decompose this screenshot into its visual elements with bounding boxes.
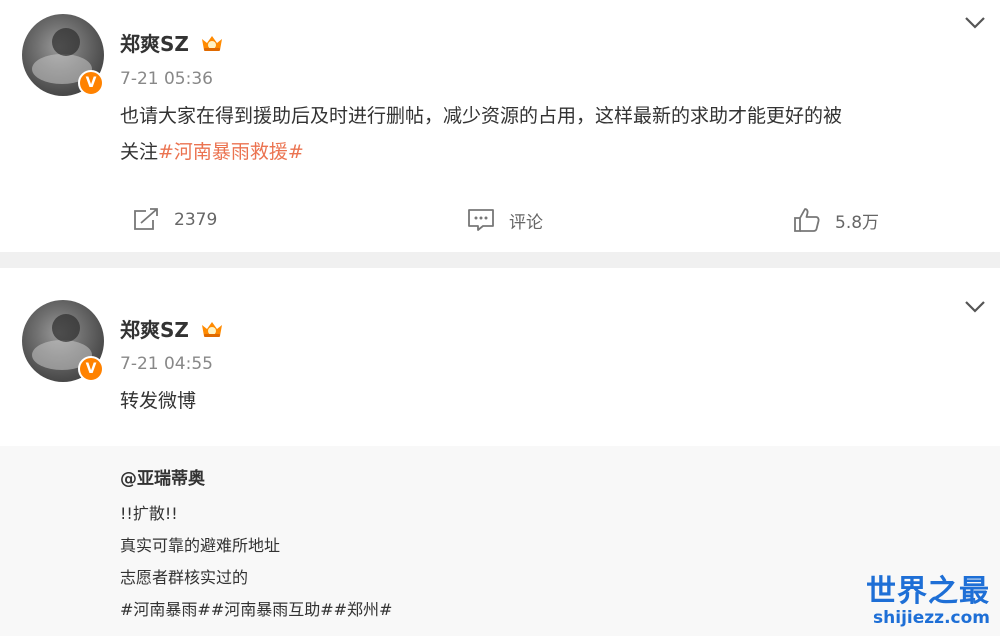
- reposted-line-3: 志愿者群核实过的: [120, 568, 249, 587]
- reposted-author[interactable]: @亚瑞蒂奥: [120, 464, 205, 489]
- verified-v-icon: V: [78, 70, 104, 96]
- topic-link[interactable]: #河南暴雨救援#: [158, 141, 304, 163]
- crown-badge-icon: [202, 322, 222, 337]
- repost-button[interactable]: 2379: [132, 202, 217, 238]
- post-text-line1: 也请大家在得到援助后及时进行删帖，减少资源的占用，这样最新的求助才能更好的被: [120, 105, 843, 127]
- like-count: 5.8万: [835, 212, 880, 233]
- post-card-1: V 郑爽SZ 7-21 05:36 也请大家在得到援助后及时进行删帖，减少资源的…: [0, 0, 1000, 252]
- reposted-line-2: 真实可靠的避难所地址: [120, 536, 281, 555]
- post-card-2: V 郑爽SZ 7-21 04:55 转发微博 @亚瑞蒂奥 !!扩散!! 真实可靠…: [0, 268, 1000, 636]
- watermark-url: shijiezz.com: [873, 608, 990, 628]
- comment-button[interactable]: 评论: [467, 202, 543, 238]
- post-text: 也请大家在得到援助后及时进行删帖，减少资源的占用，这样最新的求助才能更好的被 关…: [120, 98, 990, 170]
- crown-badge-icon: [202, 36, 222, 51]
- post-text-line2: 关注#河南暴雨救援#: [120, 134, 990, 170]
- reposted-content[interactable]: @亚瑞蒂奥 !!扩散!! 真实可靠的避难所地址 志愿者群核实过的 #河南暴雨##…: [0, 446, 1000, 636]
- action-bar: 2379 评论 5.8万: [0, 202, 1000, 238]
- watermark-logo: 世界之最 shijiezz.com: [866, 566, 990, 628]
- comment-label: 评论: [509, 212, 543, 233]
- like-icon: [794, 208, 820, 232]
- watermark-title: 世界之最: [866, 574, 990, 609]
- reposted-line-1: !!扩散!!: [120, 504, 178, 523]
- chevron-down-icon[interactable]: [964, 300, 986, 314]
- reposted-topics[interactable]: #河南暴雨##河南暴雨互助##郑州#: [120, 596, 392, 620]
- chevron-down-icon[interactable]: [964, 16, 986, 30]
- repost-count: 2379: [174, 210, 218, 230]
- comment-icon: [468, 209, 494, 231]
- post-time[interactable]: 7-21 04:55: [120, 354, 213, 374]
- author-name[interactable]: 郑爽SZ: [120, 28, 189, 57]
- like-button[interactable]: 5.8万: [793, 202, 879, 238]
- verified-v-icon: V: [78, 356, 104, 382]
- repost-icon: [134, 208, 158, 230]
- post-text-prefix: 关注: [120, 141, 159, 163]
- post-text: 转发微博: [120, 390, 197, 412]
- author-name[interactable]: 郑爽SZ: [120, 314, 189, 343]
- post-time[interactable]: 7-21 05:36: [120, 69, 213, 89]
